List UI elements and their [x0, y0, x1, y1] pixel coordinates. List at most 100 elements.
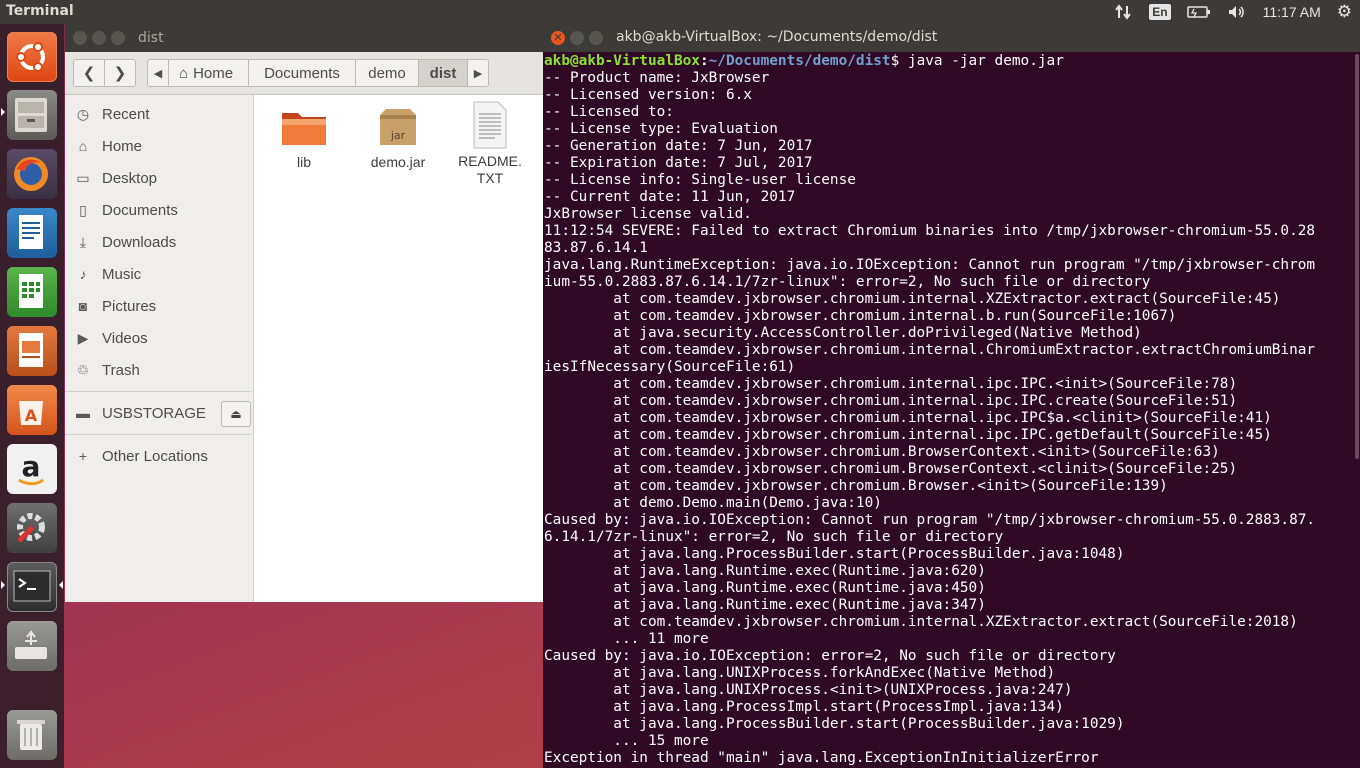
file-name: TXT [476, 170, 504, 186]
breadcrumb-label: Documents [264, 64, 340, 82]
terminal-output[interactable]: akb@akb-VirtualBox:~/Documents/demo/dist… [544, 53, 1350, 768]
terminal-line: ... 15 more [544, 733, 709, 749]
software-center-icon[interactable]: A [7, 385, 57, 435]
terminal-icon[interactable] [7, 562, 57, 612]
clock-icon: ◷ [76, 105, 90, 122]
keyboard-layout-indicator[interactable]: En [1149, 4, 1171, 20]
breadcrumb-scroll-right[interactable]: ▶ [467, 59, 489, 87]
volume-icon[interactable] [1227, 4, 1247, 20]
libreoffice-impress-icon[interactable] [7, 326, 57, 376]
network-icon[interactable] [1115, 4, 1133, 20]
usb-drive-icon[interactable] [7, 621, 57, 671]
file-item[interactable]: README. TXT [450, 100, 530, 187]
clock[interactable]: 11:17 AM [1263, 4, 1321, 20]
eject-button[interactable]: ⏏ [221, 401, 251, 427]
prompt-user: akb@akb-VirtualBox [544, 53, 700, 69]
terminal-line: at com.teamdev.jxbrowser.chromium.intern… [544, 410, 1272, 426]
camera-icon: ◙ [78, 298, 88, 314]
maximize-button[interactable] [111, 31, 125, 45]
sidebar-item-pictures[interactable]: ◙ Pictures [65, 291, 253, 321]
close-button[interactable] [73, 31, 87, 45]
terminal-line: at com.teamdev.jxbrowser.chromium.intern… [544, 376, 1238, 392]
file-item[interactable]: jar demo.jar [358, 105, 438, 170]
sidebar-item-home[interactable]: ⌂ Home [65, 131, 253, 161]
sidebar-item-label: Music [102, 265, 142, 283]
chevron-right-icon: ❯ [113, 65, 127, 82]
terminal-line: 11:12:54 SEVERE: Failed to extract Chrom… [544, 223, 1316, 239]
download-icon: ⤓ [79, 233, 87, 250]
libreoffice-writer-icon[interactable] [7, 208, 57, 258]
breadcrumb-demo[interactable]: demo [355, 59, 419, 87]
sidebar-divider [65, 391, 251, 392]
breadcrumb-label: Home [193, 64, 234, 82]
terminal-line: Exception in thread "main" java.lang.Exc… [544, 750, 1099, 766]
libreoffice-calc-icon[interactable] [7, 267, 57, 317]
sidebar-item-label: Documents [102, 201, 178, 219]
files-titlebar[interactable]: dist [65, 24, 543, 52]
terminal-line: at java.lang.UNIXProcess.<init>(UNIXProc… [544, 682, 1073, 698]
battery-icon[interactable] [1186, 5, 1211, 19]
terminal-line: -- License type: Evaluation [544, 121, 778, 137]
chevron-right-icon: ▶ [473, 67, 483, 80]
firefox-icon[interactable] [7, 149, 57, 199]
sidebar-item-desktop[interactable]: ▭ Desktop [65, 163, 253, 193]
amazon-icon[interactable]: a [7, 444, 57, 494]
breadcrumb-scroll-left[interactable]: ◀ [147, 59, 169, 87]
document-icon: ▯ [79, 201, 87, 218]
sidebar-item-trash[interactable]: ♲ Trash [65, 355, 253, 385]
video-icon: ▶ [77, 329, 89, 346]
breadcrumb-dist[interactable]: dist [418, 59, 468, 87]
ubuntu-dash-icon[interactable] [7, 32, 57, 82]
terminal-prompt-line: akb@akb-VirtualBox:~/Documents/demo/dist… [544, 53, 1064, 69]
breadcrumb-home[interactable]: ⌂ Home [168, 59, 249, 87]
sidebar-item-recent[interactable]: ◷ Recent [65, 99, 253, 129]
indicator-area: En 11:17 AM ⚙ [1107, 0, 1360, 24]
terminal-line: at com.teamdev.jxbrowser.chromium.intern… [544, 427, 1272, 443]
terminal-line: at java.lang.ProcessBuilder.start(Proces… [544, 546, 1125, 562]
sidebar-item-videos[interactable]: ▶ Videos [65, 323, 253, 353]
keyboard-layout-label: En [1149, 4, 1171, 20]
terminal-line: -- License info: Single-user license [544, 172, 856, 188]
sidebar-item-label: Videos [102, 329, 148, 347]
terminal-line: at com.teamdev.jxbrowser.chromium.intern… [544, 614, 1298, 630]
breadcrumb-documents[interactable]: Documents [248, 59, 356, 87]
terminal-titlebar[interactable]: ✕ akb@akb-VirtualBox: ~/Documents/demo/d… [543, 24, 1360, 52]
terminal-line: at com.teamdev.jxbrowser.chromium.intern… [544, 308, 1177, 324]
launcher: A a [0, 24, 64, 768]
terminal-window-title: akb@akb-VirtualBox: ~/Documents/demo/dis… [616, 29, 938, 45]
gear-icon[interactable]: ⚙ [1337, 2, 1352, 22]
scrollbar[interactable] [1355, 54, 1359, 459]
file-item[interactable]: lib [264, 105, 344, 170]
back-button[interactable]: ❮ [73, 59, 105, 87]
terminal-line: iesIfNecessary(SourceFile:61) [544, 359, 796, 375]
terminal-line: java.lang.RuntimeException: java.io.IOEx… [544, 257, 1316, 273]
folder-icon: ▭ [76, 169, 90, 186]
system-settings-icon[interactable] [7, 503, 57, 553]
sidebar-item-music[interactable]: ♪ Music [65, 259, 253, 289]
sidebar-item-documents[interactable]: ▯ Documents [65, 195, 253, 225]
terminal-line: Caused by: java.io.IOException: Cannot r… [544, 512, 1316, 528]
minimize-button[interactable] [570, 31, 584, 45]
forward-button[interactable]: ❯ [104, 59, 136, 87]
focused-indicator [59, 581, 63, 589]
prompt-command: $ java -jar demo.jar [890, 53, 1064, 69]
terminal-line: -- Generation date: 7 Jun, 2017 [544, 138, 813, 154]
sidebar-item-label: Pictures [102, 297, 157, 315]
sidebar-item-label: Home [102, 137, 143, 155]
maximize-button[interactable] [589, 31, 603, 45]
terminal-line: ium-55.0.2883.87.6.14.1/7zr-linux": erro… [544, 274, 1151, 290]
files-icon[interactable] [7, 90, 57, 140]
minimize-button[interactable] [92, 31, 106, 45]
sidebar-item-other-locations[interactable]: + Other Locations [65, 441, 253, 471]
trash-icon[interactable] [7, 710, 57, 760]
terminal-line: -- Licensed version: 6.x [544, 87, 752, 103]
sidebar-item-downloads[interactable]: ⤓ Downloads [65, 227, 253, 257]
files-toolbar: ❮ ❯ ◀ ⌂ Home Documents demo dist ▶ [65, 52, 543, 95]
music-icon: ♪ [79, 266, 87, 282]
trash-icon: ♲ [76, 361, 90, 378]
terminal-line: -- Licensed to: [544, 104, 674, 120]
sidebar-item-label: Recent [102, 105, 150, 123]
close-button[interactable]: ✕ [551, 31, 565, 45]
jar-icon: jar [380, 109, 416, 145]
files-sidebar: ◷ Recent ⌂ Home ▭ Desktop ▯ Documents ⤓ Downl… [65, 95, 254, 602]
